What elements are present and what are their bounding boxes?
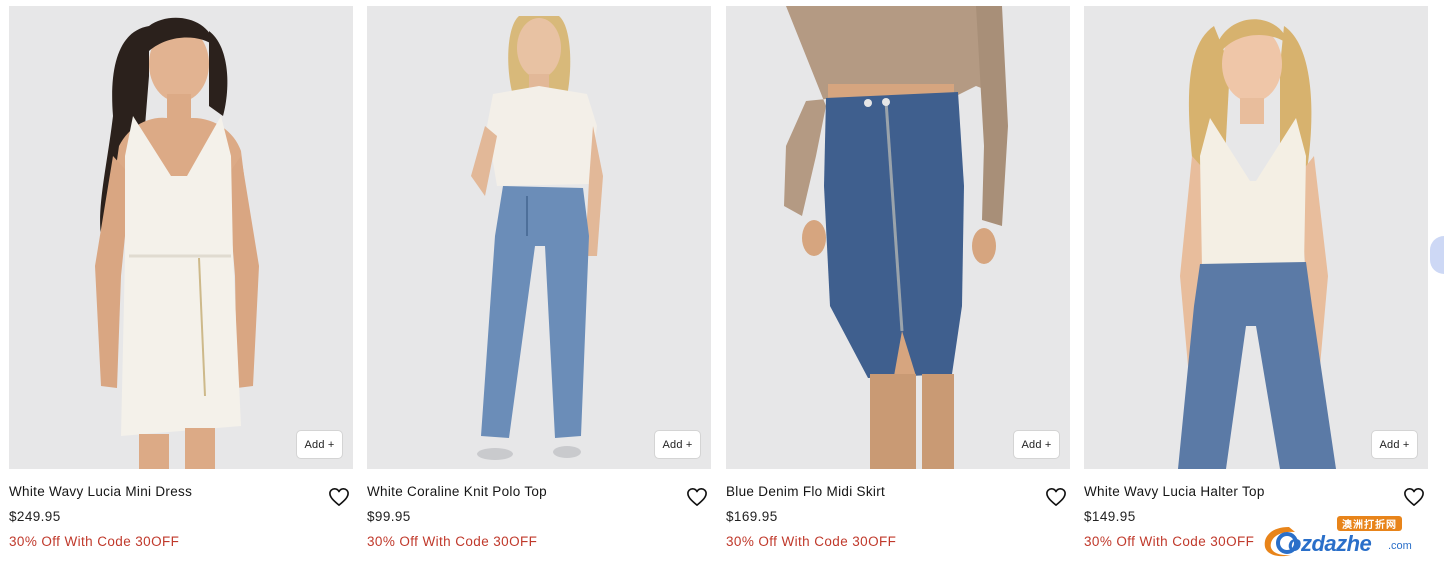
heart-outline-icon[interactable] (1045, 487, 1067, 507)
product-grid: Add + White Wavy Lucia Mini Dress $249.9… (9, 6, 1429, 566)
product-price: $249.95 (9, 509, 61, 524)
product-image[interactable]: Add + (367, 6, 711, 469)
product-name[interactable]: White Wavy Lucia Halter Top (1084, 484, 1265, 499)
add-to-bag-button[interactable]: Add + (1371, 430, 1418, 459)
promo-text: 30% Off With Code 30OFF (726, 534, 897, 549)
product-card[interactable]: Add + White Coraline Knit Polo Top $99.9… (367, 6, 711, 561)
product-image[interactable]: Add + (9, 6, 353, 469)
watermark-text: ozdazhe (1288, 531, 1372, 556)
heart-outline-icon[interactable] (686, 487, 708, 507)
add-to-bag-button[interactable]: Add + (654, 430, 701, 459)
heart-outline-icon[interactable] (1403, 487, 1425, 507)
product-card[interactable]: Add + White Wavy Lucia Halter Top $149.9… (1084, 6, 1428, 561)
add-to-bag-button[interactable]: Add + (296, 430, 343, 459)
product-name[interactable]: Blue Denim Flo Midi Skirt (726, 484, 885, 499)
product-card[interactable]: Add + White Wavy Lucia Mini Dress $249.9… (9, 6, 353, 561)
watermark-logo: 澳洲打折网 ozdazhe .com (1261, 513, 1441, 563)
carousel-next-tab[interactable] (1430, 236, 1444, 274)
product-image[interactable]: Add + (1084, 6, 1428, 469)
add-to-bag-button[interactable]: Add + (1013, 430, 1060, 459)
promo-text: 30% Off With Code 30OFF (367, 534, 538, 549)
product-price: $99.95 (367, 509, 411, 524)
product-name[interactable]: White Wavy Lucia Mini Dress (9, 484, 192, 499)
heart-outline-icon[interactable] (328, 487, 350, 507)
product-name[interactable]: White Coraline Knit Polo Top (367, 484, 547, 499)
product-card[interactable]: Add + Blue Denim Flo Midi Skirt $169.95 … (726, 6, 1070, 561)
product-price: $169.95 (726, 509, 778, 524)
product-price: $149.95 (1084, 509, 1136, 524)
watermark-domain: .com (1388, 540, 1412, 552)
promo-text: 30% Off With Code 30OFF (9, 534, 180, 549)
promo-text: 30% Off With Code 30OFF (1084, 534, 1255, 549)
product-image[interactable]: Add + (726, 6, 1070, 469)
watermark-badge: 澳洲打折网 (1337, 516, 1402, 531)
